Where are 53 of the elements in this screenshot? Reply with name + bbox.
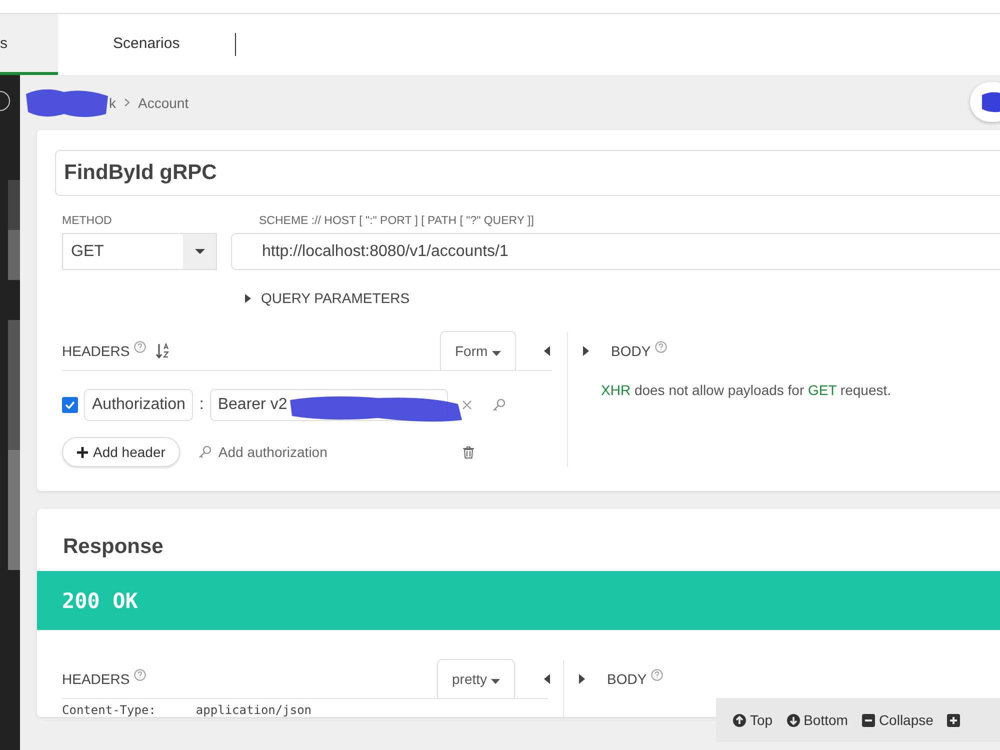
expand-right-icon[interactable] (583, 346, 589, 356)
response-title: Response (62, 534, 164, 560)
caret-icon (492, 351, 501, 356)
method-select[interactable]: GET (62, 233, 217, 270)
method-label: METHOD (62, 215, 113, 227)
add-authorization-link[interactable]: Add authorization (198, 444, 328, 460)
close-icon[interactable] (462, 400, 472, 410)
plus-icon (947, 714, 960, 726)
url-field[interactable]: http://localhost:8080/v1/accounts/1 (231, 233, 1000, 270)
header-name-field[interactable]: Authorization (84, 389, 194, 421)
status-banner: 200 OK (37, 571, 1000, 630)
request-name-field[interactable]: FindById gRPC (55, 150, 1000, 196)
caret-icon (490, 679, 500, 684)
key-icon (198, 445, 212, 459)
url-label: SCHEME :// HOST [ ":" PORT ] [ PATH [ "?" QUERY ]] (259, 215, 534, 227)
trash-icon[interactable] (463, 446, 474, 458)
breadcrumb-link[interactable]: Account (138, 94, 189, 110)
collapse-left-icon[interactable] (544, 346, 550, 356)
redaction-overlay (980, 91, 1000, 113)
help-icon (134, 668, 146, 680)
body-message: XHR does not allow payloads for GET request. (601, 382, 892, 398)
headers-title: HEADERS (62, 671, 130, 687)
expand-right-icon[interactable] (579, 674, 585, 684)
toolbar-button[interactable]: Collapse (858, 712, 936, 728)
sort-icon[interactable] (156, 343, 170, 359)
minus-icon (862, 714, 875, 726)
query-parameters-toggle[interactable]: QUERY PARAMETERS (245, 290, 410, 306)
header-name: Content-Type: (62, 703, 156, 717)
body-title: BODY (611, 343, 651, 359)
checkmark-icon (65, 401, 75, 409)
help-icon (650, 668, 663, 680)
collapse-left-icon[interactable] (544, 674, 550, 684)
chevron-icon (124, 98, 130, 107)
toolbar-button[interactable]: Top (730, 712, 776, 728)
key-icon[interactable] (492, 398, 506, 412)
body-title: BODY (607, 671, 647, 687)
triangle-icon (245, 294, 251, 302)
add-header-button[interactable]: Add header (62, 437, 180, 467)
help-icon (134, 340, 146, 352)
toolbar-button[interactable]: Bottom (784, 712, 851, 728)
caret-icon (194, 248, 204, 254)
header-checkbox[interactable] (62, 397, 78, 413)
arrow-up-icon (733, 714, 746, 726)
help-icon (654, 340, 667, 352)
separator: : (199, 396, 204, 414)
format-dropdown[interactable]: pretty (437, 659, 515, 698)
arrow-down-icon (786, 714, 800, 726)
tab[interactable]: s (0, 14, 58, 75)
breadcrumb-link[interactable]: k (109, 94, 116, 110)
mode-dropdown[interactable]: Form (440, 331, 516, 370)
plus-icon (77, 446, 88, 458)
headers-title: HEADERS (62, 343, 130, 359)
header-value: application/json (196, 703, 312, 717)
